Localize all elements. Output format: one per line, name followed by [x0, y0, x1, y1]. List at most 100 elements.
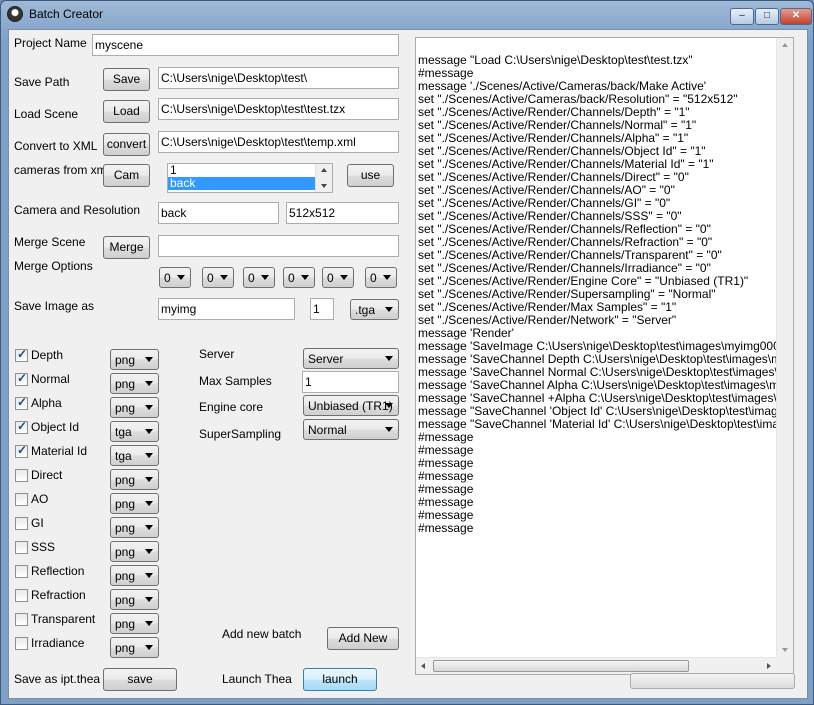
project-name-label: Project Name	[14, 36, 87, 50]
merge-option-dropdown-3[interactable]: 0	[243, 267, 275, 288]
channel-label: GI	[31, 516, 44, 530]
dropdown-arrow-icon	[145, 621, 153, 626]
progress-bar	[630, 673, 795, 689]
dropdown-arrow-icon	[145, 501, 153, 506]
merge-button[interactable]: Merge	[103, 236, 150, 259]
script-text: message "Load C:\Users\nige\Desktop\test…	[418, 54, 776, 535]
channel-format-dropdown[interactable]: png	[110, 589, 159, 610]
close-button[interactable]: ✕	[780, 8, 812, 25]
dropdown-arrow-icon	[145, 357, 153, 362]
resolution-input[interactable]: 512x512	[286, 202, 399, 224]
image-format-dropdown[interactable]: .tga	[350, 299, 399, 320]
max-samples-input[interactable]: 1	[302, 371, 399, 393]
merge-option-dropdown-4[interactable]: 0	[283, 267, 315, 288]
camera-listbox[interactable]: 1 back	[167, 163, 333, 193]
dropdown-arrow-icon	[261, 275, 269, 280]
add-batch-label: Add new batch	[222, 627, 302, 641]
channel-checkbox-irradiance[interactable]	[15, 637, 28, 650]
use-camera-button[interactable]: use	[347, 164, 394, 187]
save-path-button[interactable]: Save	[103, 68, 150, 91]
merge-option-dropdown-6[interactable]: 0	[365, 267, 397, 288]
channel-label: Depth	[31, 348, 64, 362]
channel-checkbox-depth[interactable]	[15, 347, 28, 362]
channel-format-dropdown[interactable]: png	[110, 565, 159, 586]
channel-format-dropdown[interactable]: png	[110, 493, 159, 514]
channel-label: Reflection	[31, 564, 85, 578]
camera-list-item-selected[interactable]: back	[168, 177, 316, 190]
scroll-up-arrow-icon[interactable]	[321, 168, 327, 172]
scroll-down-arrow-icon[interactable]	[782, 648, 788, 652]
supersampling-dropdown[interactable]: Normal	[303, 419, 399, 440]
camera-list-scrollbar[interactable]	[315, 164, 332, 192]
script-line: #message	[418, 521, 474, 535]
launch-button[interactable]: launch	[303, 668, 377, 691]
image-name-input[interactable]: myimg	[158, 298, 295, 320]
channel-label: Object Id	[31, 420, 80, 434]
cam-button[interactable]: Cam	[103, 164, 150, 187]
merge-scene-label: Merge Scene	[14, 235, 86, 249]
channel-label: Direct	[31, 468, 63, 482]
dropdown-arrow-icon	[385, 307, 393, 312]
script-output-textarea[interactable]: message "Load C:\Users\nige\Desktop\test…	[415, 37, 794, 675]
channel-checkbox-normal[interactable]	[15, 371, 28, 386]
channel-checkbox-object-id[interactable]	[15, 419, 28, 434]
channel-label: Alpha	[31, 396, 62, 410]
dropdown-arrow-icon	[301, 275, 309, 280]
title-bar[interactable]: Batch Creator – □ ✕	[1, 1, 813, 29]
add-new-button[interactable]: Add New	[327, 627, 399, 650]
channel-checkbox-gi[interactable]	[15, 517, 28, 530]
camera-resolution-label: Camera and Resolution	[14, 203, 141, 217]
merge-option-dropdown-2[interactable]: 0	[202, 267, 234, 288]
dropdown-arrow-icon	[340, 275, 348, 280]
image-index-input[interactable]: 1	[310, 298, 334, 320]
save-ipt-button[interactable]: save	[103, 668, 177, 691]
merge-scene-input[interactable]	[158, 235, 399, 257]
load-scene-button[interactable]: Load	[103, 100, 150, 123]
channel-format-dropdown[interactable]: png	[110, 517, 159, 538]
dropdown-arrow-icon	[145, 429, 153, 434]
vertical-scrollbar[interactable]	[776, 38, 793, 657]
launch-thea-label: Launch Thea	[222, 672, 292, 686]
channel-format-dropdown[interactable]: png	[110, 541, 159, 562]
channel-checkbox-sss[interactable]	[15, 541, 28, 554]
project-name-input[interactable]: myscene	[92, 34, 399, 56]
scroll-right-arrow-icon[interactable]	[767, 663, 771, 669]
camera-name-input[interactable]: back	[158, 202, 279, 224]
save-path-input[interactable]: C:\Users\nige\Desktop\test\	[158, 67, 399, 89]
channel-format-dropdown[interactable]: png	[110, 469, 159, 490]
scroll-up-arrow-icon[interactable]	[782, 43, 788, 47]
engine-core-dropdown[interactable]: Unbiased (TR1)	[303, 395, 399, 416]
channel-checkbox-refraction[interactable]	[15, 589, 28, 602]
merge-option-dropdown-5[interactable]: 0	[322, 267, 354, 288]
maximize-button[interactable]: □	[755, 8, 779, 25]
channel-format-dropdown[interactable]: tga	[110, 421, 159, 442]
channel-format-dropdown[interactable]: png	[110, 349, 159, 370]
convert-xml-label: Convert to XML	[14, 139, 98, 153]
channel-checkbox-transparent[interactable]	[15, 613, 28, 626]
minimize-button[interactable]: –	[730, 8, 754, 25]
channel-label: Irradiance	[31, 636, 85, 650]
channel-checkbox-direct[interactable]	[15, 469, 28, 482]
channel-format-dropdown[interactable]: png	[110, 373, 159, 394]
merge-option-dropdown-1[interactable]: 0	[159, 267, 191, 288]
dropdown-arrow-icon	[145, 405, 153, 410]
channel-format-dropdown[interactable]: png	[110, 637, 159, 658]
horizontal-scrollbar[interactable]	[416, 657, 776, 674]
channel-checkbox-material-id[interactable]	[15, 443, 28, 458]
convert-xml-input[interactable]: C:\Users\nige\Desktop\test\temp.xml	[158, 131, 399, 153]
scroll-down-arrow-icon[interactable]	[321, 184, 327, 188]
horizontal-scroll-thumb[interactable]	[433, 660, 689, 672]
channel-format-dropdown[interactable]: png	[110, 613, 159, 634]
dropdown-arrow-icon	[385, 427, 393, 432]
server-dropdown[interactable]: Server	[303, 348, 399, 369]
dropdown-arrow-icon	[145, 549, 153, 554]
channel-format-dropdown[interactable]: tga	[110, 445, 159, 466]
channel-checkbox-reflection[interactable]	[15, 565, 28, 578]
merge-options-label: Merge Options	[14, 259, 93, 273]
channel-checkbox-ao[interactable]	[15, 493, 28, 506]
convert-button[interactable]: convert	[103, 133, 150, 156]
channel-checkbox-alpha[interactable]	[15, 395, 28, 410]
scroll-left-arrow-icon[interactable]	[421, 663, 425, 669]
load-scene-input[interactable]: C:\Users\nige\Desktop\test\test.tzx	[158, 98, 399, 120]
channel-format-dropdown[interactable]: png	[110, 397, 159, 418]
